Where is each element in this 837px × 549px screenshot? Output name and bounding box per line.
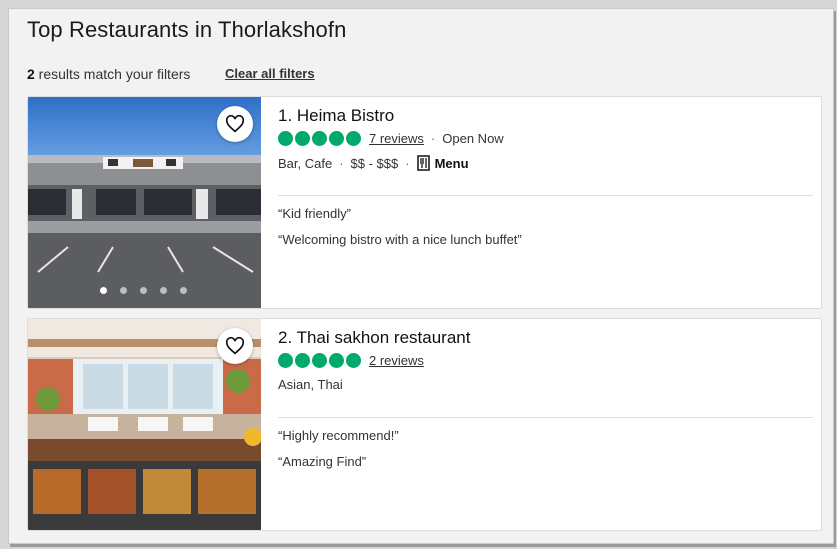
restaurant-name[interactable]: 1. Heima Bistro <box>278 106 394 126</box>
carousel-dot[interactable] <box>180 287 187 294</box>
save-button[interactable] <box>217 328 253 364</box>
rating-bubble <box>346 131 361 146</box>
cuisine-label: Bar, Cafe <box>278 155 333 171</box>
result-count: 2 <box>27 66 35 82</box>
separator: · <box>339 155 344 171</box>
price-range: $$ - $$$ <box>350 155 399 171</box>
restaurant-card[interactable]: 1. Heima Bistro 7 reviews · Open Now Bar… <box>27 96 822 309</box>
separator: · <box>405 155 410 171</box>
meta-row: Bar, Cafe · $$ - $$$ · Menu <box>278 155 469 171</box>
meta-row: Asian, Thai <box>278 377 343 392</box>
results-text: results match your filters <box>34 66 191 82</box>
menu-link[interactable]: Menu <box>416 155 469 171</box>
rating-bubble <box>278 131 293 146</box>
rating-bubble <box>346 353 361 368</box>
menu-icon <box>416 155 430 171</box>
heart-icon <box>225 337 245 355</box>
rating-bubble <box>312 131 327 146</box>
restaurant-results-panel: Top Restaurants in Thorlakshofn 2 result… <box>8 8 834 544</box>
review-snippet: “Kid friendly” <box>278 206 351 221</box>
restaurant-info: 1. Heima Bistro 7 reviews · Open Now Bar… <box>278 97 813 308</box>
carousel-dot[interactable] <box>160 287 167 294</box>
rating-bubble <box>278 353 293 368</box>
review-snippet: “Highly recommend!” <box>278 428 399 443</box>
rating-bubble <box>295 131 310 146</box>
rating-bubble <box>329 353 344 368</box>
rating-bubbles <box>278 131 361 146</box>
rating-bubbles <box>278 353 361 368</box>
restaurant-info: 2. Thai sakhon restaurant 2 reviews Asia… <box>278 319 813 530</box>
rating-bubble <box>295 353 310 368</box>
photo-carousel-dots <box>100 287 187 294</box>
restaurant-photo[interactable] <box>28 97 261 308</box>
open-status: Open Now <box>442 131 504 146</box>
page-title: Top Restaurants in Thorlakshofn <box>27 17 347 42</box>
results-summary: 2 results match your filters <box>27 66 190 82</box>
restaurant-card[interactable]: 2. Thai sakhon restaurant 2 reviews Asia… <box>27 318 822 531</box>
menu-label: Menu <box>434 155 469 171</box>
review-snippet: “Amazing Find” <box>278 454 367 469</box>
review-snippet: “Welcoming bistro with a nice lunch buff… <box>278 232 522 247</box>
divider <box>278 417 813 418</box>
reviews-link[interactable]: 7 reviews <box>369 131 424 146</box>
divider <box>278 195 813 196</box>
rating-row: 2 reviews <box>278 353 424 368</box>
rating-bubble <box>312 353 327 368</box>
restaurant-name[interactable]: 2. Thai sakhon restaurant <box>278 328 470 348</box>
restaurant-photo[interactable] <box>28 319 261 530</box>
carousel-dot[interactable] <box>100 287 107 294</box>
cuisine-label: Asian, Thai <box>278 377 343 392</box>
separator: · <box>430 131 436 146</box>
rating-bubble <box>329 131 344 146</box>
reviews-link[interactable]: 2 reviews <box>369 353 424 368</box>
save-button[interactable] <box>217 106 253 142</box>
carousel-dot[interactable] <box>140 287 147 294</box>
clear-filters-link[interactable]: Clear all filters <box>225 66 315 81</box>
carousel-dot[interactable] <box>120 287 127 294</box>
rating-row: 7 reviews · Open Now <box>278 131 504 146</box>
heart-icon <box>225 115 245 133</box>
